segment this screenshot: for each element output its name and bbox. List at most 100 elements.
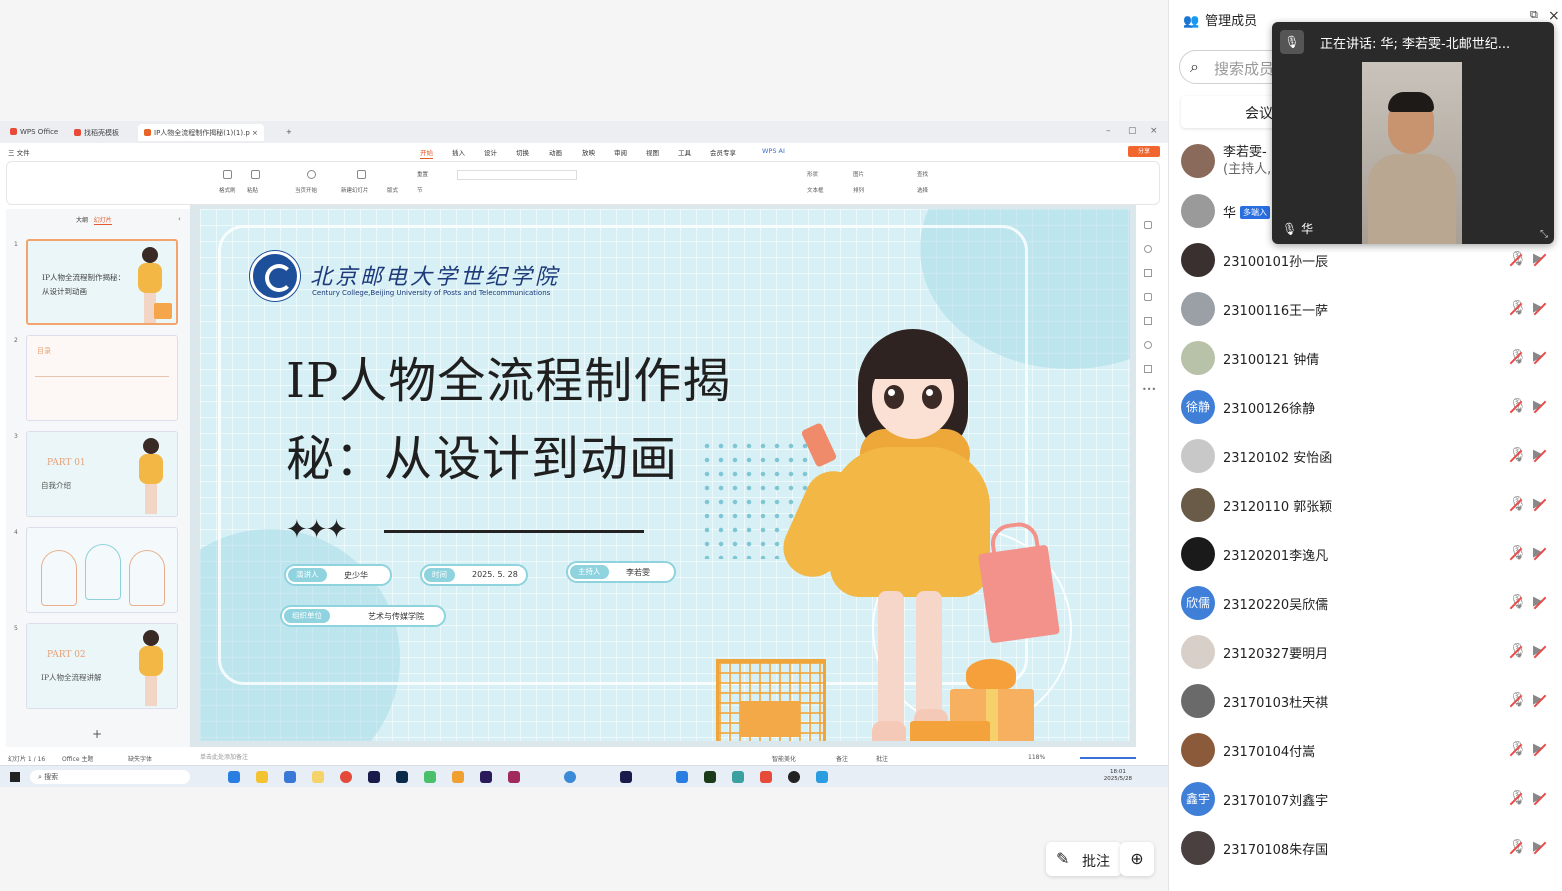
app-icon[interactable]	[620, 771, 632, 783]
app-icon[interactable]	[452, 771, 464, 783]
resize-handle-icon[interactable]: ⤡	[1540, 229, 1548, 240]
close-icon[interactable]: ×	[1548, 8, 1560, 24]
find-button[interactable]: 查找	[917, 170, 928, 178]
beautify-button[interactable]: 智能美化	[772, 754, 796, 763]
shape-button[interactable]: 形状	[807, 170, 818, 178]
app-icon[interactable]	[284, 771, 296, 783]
member-row[interactable]: 23100121 钟倩 🎙 ▶	[1179, 337, 1553, 381]
mic-muted-icon[interactable]: 🎙	[1509, 643, 1527, 659]
camera-off-icon[interactable]: ▶	[1533, 741, 1543, 756]
close-icon[interactable]: ×	[1150, 126, 1158, 136]
zoom-level[interactable]: 118%	[1028, 754, 1045, 761]
thumb-slide-3[interactable]: PART 01 自我介绍	[26, 431, 178, 517]
app-icon[interactable]	[676, 771, 688, 783]
wps-tab-document[interactable]: IP人物全流程制作揭秘(1)(1).p ×	[138, 124, 264, 141]
side-tool-icon[interactable]	[1144, 245, 1152, 253]
mic-muted-icon[interactable]: 🎙	[1509, 349, 1527, 365]
side-tool-icon[interactable]	[1144, 221, 1152, 229]
camera-off-icon[interactable]: ▶	[1533, 496, 1543, 511]
section-button[interactable]: 节	[417, 186, 423, 194]
pycharm-icon[interactable]	[704, 771, 716, 783]
taskbar-clock[interactable]: 18:01 2025/5/28	[1104, 769, 1132, 783]
play-icon[interactable]	[307, 170, 316, 179]
menu-slideshow[interactable]: 放映	[582, 147, 595, 157]
arrange-button[interactable]: 排列	[853, 186, 864, 194]
theme-name[interactable]: Office 主题	[62, 754, 93, 763]
member-row[interactable]: 23120201李逸凡 🎙 ▶	[1179, 533, 1553, 577]
member-row[interactable]: 23100116王一萨 🎙 ▶	[1179, 288, 1553, 332]
app-icon[interactable]	[788, 771, 800, 783]
mic-muted-icon[interactable]: 🎙	[1509, 594, 1527, 610]
side-tool-icon[interactable]	[1144, 269, 1152, 277]
new-tab-button[interactable]: +	[280, 124, 298, 141]
side-tool-icon[interactable]	[1144, 341, 1152, 349]
after-effects-icon[interactable]	[368, 771, 380, 783]
camera-off-icon[interactable]: ▶	[1533, 594, 1543, 609]
app-icon[interactable]	[816, 771, 828, 783]
app-icon[interactable]	[312, 771, 324, 783]
add-slide-button[interactable]: +	[92, 727, 102, 741]
menu-transition[interactable]: 切换	[516, 147, 529, 157]
app-icon[interactable]	[732, 771, 744, 783]
speaker-video-window[interactable]: 🎙 正在讲话: 华; 李若雯-北邮世纪... 🎙 华 ⤡	[1272, 22, 1554, 244]
mic-muted-icon[interactable]: 🎙	[1509, 790, 1527, 806]
comment-toggle[interactable]: 批注	[876, 754, 888, 763]
menu-member[interactable]: 会员专享	[710, 147, 736, 157]
member-row[interactable]: 23170108朱存国 🎙 ▶	[1179, 827, 1553, 871]
missing-font[interactable]: 缺失字体	[128, 754, 152, 763]
side-tool-icon[interactable]	[1144, 317, 1152, 325]
minimize-icon[interactable]: –	[1106, 126, 1111, 136]
current-slide[interactable]: 北京邮电大学世纪学院 Century College,Beijing Unive…	[200, 209, 1130, 741]
mic-muted-icon[interactable]: 🎙	[1509, 545, 1527, 561]
select-button[interactable]: 选择	[917, 186, 928, 194]
tab-outline[interactable]: 大纲	[76, 217, 88, 224]
premiere-icon[interactable]	[480, 771, 492, 783]
menu-view[interactable]: 视图	[646, 147, 659, 157]
wps-icon[interactable]	[760, 771, 772, 783]
camera-off-icon[interactable]: ▶	[1533, 300, 1543, 315]
camera-off-icon[interactable]: ▶	[1533, 643, 1543, 658]
tab-slides[interactable]: 幻灯片	[93, 217, 112, 225]
camera-off-icon[interactable]: ▶	[1533, 349, 1543, 364]
member-row[interactable]: 欣儒 23120220吴欣儒 🎙 ▶	[1179, 582, 1553, 626]
camera-off-icon[interactable]: ▶	[1533, 545, 1543, 560]
wps-tab-templates[interactable]: 找稻壳模板	[68, 124, 125, 141]
menu-insert[interactable]: 插入	[452, 147, 465, 157]
annotate-button[interactable]: ✎ 批注	[1046, 842, 1122, 876]
menu-review[interactable]: 审阅	[614, 147, 627, 157]
file-menu[interactable]: 三 文件	[8, 147, 30, 157]
textbox-button[interactable]: 文本框	[807, 186, 824, 194]
mic-muted-icon[interactable]: 🎙	[1509, 839, 1527, 855]
mic-muted-icon[interactable]: 🎙	[1509, 741, 1527, 757]
camera-off-icon[interactable]: ▶	[1533, 447, 1543, 462]
menu-design[interactable]: 设计	[484, 147, 497, 157]
menu-animation[interactable]: 动画	[549, 147, 562, 157]
thumb-slide-4[interactable]	[26, 527, 178, 613]
mic-muted-icon[interactable]: 🎙	[1509, 251, 1527, 267]
side-tool-icon[interactable]	[1144, 365, 1152, 373]
collapse-panel-icon[interactable]: ‹	[178, 215, 181, 223]
member-row[interactable]: 23170103杜天祺 🎙 ▶	[1179, 680, 1553, 724]
member-row[interactable]: 23120102 安怡函 🎙 ▶	[1179, 435, 1553, 479]
menu-home[interactable]: 开始	[420, 147, 433, 159]
member-row[interactable]: 鑫宇 23170107刘鑫宇 🎙 ▶	[1179, 778, 1553, 822]
zoom-slider[interactable]	[1080, 757, 1136, 759]
mic-muted-icon[interactable]: 🎙	[1509, 692, 1527, 708]
zoom-in-button[interactable]: ⊕	[1120, 842, 1154, 876]
font-name-select[interactable]	[457, 170, 577, 180]
member-row[interactable]: 23120110 郭张颖 🎙 ▶	[1179, 484, 1553, 528]
popout-icon[interactable]: ⧉	[1530, 8, 1538, 22]
windows-start-icon[interactable]	[10, 772, 20, 782]
share-button[interactable]: 分享	[1128, 146, 1160, 157]
thumb-slide-5[interactable]: PART 02 IP人物全流程讲解	[26, 623, 178, 709]
mic-muted-icon[interactable]: 🎙	[1509, 300, 1527, 316]
chrome-icon[interactable]	[340, 771, 352, 783]
maximize-icon[interactable]: ▢	[1128, 126, 1137, 136]
taskbar-search[interactable]: ⌕ 搜索	[30, 770, 190, 784]
photoshop-icon[interactable]	[396, 771, 408, 783]
thumb-slide-1[interactable]: IP人物全流程制作揭秘：从设计到动画	[26, 239, 178, 325]
mic-muted-icon[interactable]: 🎙	[1509, 398, 1527, 414]
paste-icon[interactable]	[251, 170, 260, 179]
camera-off-icon[interactable]: ▶	[1533, 692, 1543, 707]
member-row[interactable]: 23100101孙一辰 🎙 ▶	[1179, 239, 1553, 283]
